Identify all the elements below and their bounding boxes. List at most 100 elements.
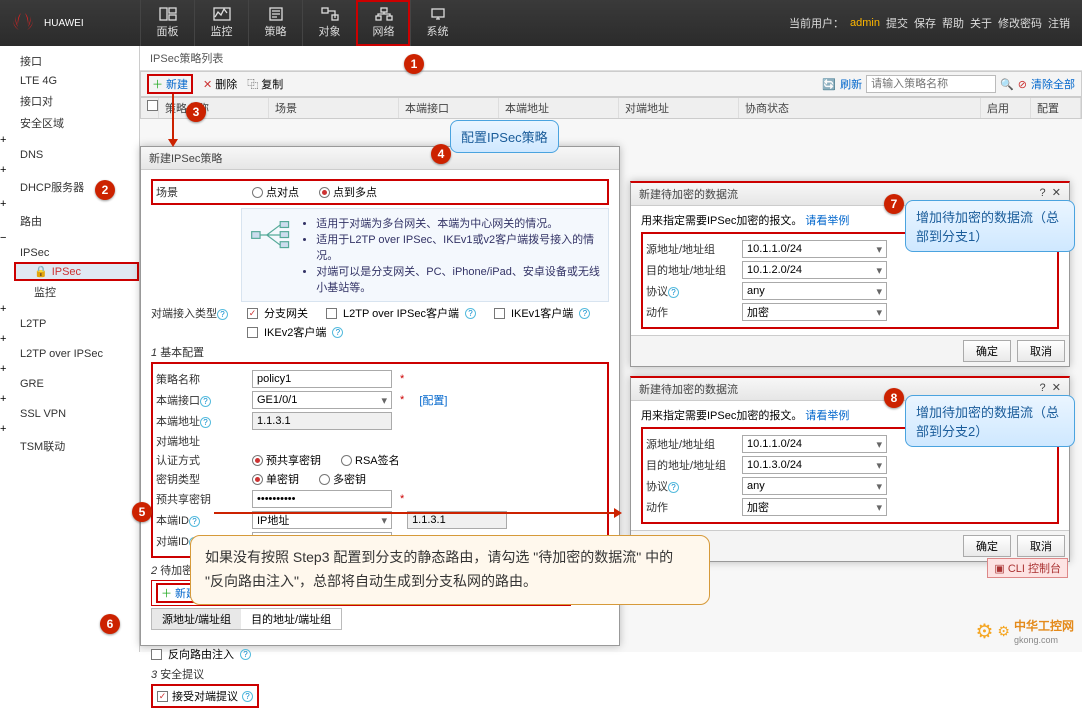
cancel-button[interactable]: 取消 (1017, 535, 1065, 557)
policy-name-input[interactable]: policy1 (252, 370, 392, 388)
brand-text: HUAWEI (44, 18, 84, 29)
help-icon[interactable]: ? (217, 309, 228, 320)
help-icon[interactable]: ? (240, 649, 251, 660)
example-link[interactable]: 请看举例 (805, 215, 849, 227)
dst-addr-input[interactable]: 10.1.3.0/24▾ (742, 456, 887, 474)
local-addr-field: 1.1.3.1 (252, 412, 392, 430)
proto-select[interactable]: any▾ (742, 282, 887, 300)
tab-dashboard[interactable]: 面板 (140, 0, 194, 46)
sidebar-item-ipsec-monitor[interactable]: 监控 (14, 281, 139, 303)
expand-icon[interactable]: − (0, 232, 6, 244)
selectall-checkbox[interactable] (147, 100, 158, 111)
copy-button[interactable]: ⿻复制 (247, 76, 283, 92)
sidebar-item-route[interactable]: 路由 (0, 210, 139, 232)
sidebar-item-l2tp[interactable]: L2TP (0, 315, 139, 333)
cli-console-button[interactable]: ▣CLI 控制台 (987, 558, 1068, 578)
current-user: admin (850, 17, 880, 29)
tab-network[interactable]: 网络 (356, 0, 410, 46)
help-icon[interactable]: ? (1040, 187, 1046, 199)
annotation-6: 6 (100, 614, 120, 634)
sidebar-item-ifpair[interactable]: 接口对 (0, 90, 139, 112)
sidebar-item-sslvpn[interactable]: SSL VPN (0, 405, 139, 423)
local-if-select[interactable]: GE1/0/1▾ (252, 391, 392, 409)
expand-icon[interactable]: + (0, 303, 6, 315)
help-icon[interactable]: ? (200, 396, 211, 407)
chk-ike2[interactable] (247, 327, 258, 338)
sidebar-item-l2tpipsec[interactable]: L2TP over IPSec (0, 345, 139, 363)
psk-input[interactable]: •••••••••• (252, 490, 392, 508)
tab-object[interactable]: 对象 (302, 0, 356, 46)
help-icon[interactable]: ? (242, 691, 253, 702)
chk-branch[interactable] (247, 308, 258, 319)
link-submit[interactable]: 提交 (886, 15, 908, 31)
help-icon[interactable]: ? (579, 308, 590, 319)
sidebar-item-interface[interactable]: 接口 (0, 50, 139, 72)
chk-ike1[interactable] (494, 308, 505, 319)
clear-button[interactable]: 清除全部 (1031, 76, 1075, 92)
sidebar-item-dns[interactable]: DNS (0, 146, 139, 164)
tab-monitor[interactable]: 监控 (194, 0, 248, 46)
link-about[interactable]: 关于 (970, 15, 992, 31)
chk-l2tp[interactable] (326, 308, 337, 319)
help-icon[interactable]: ? (189, 516, 200, 527)
radio-psk[interactable]: 预共享密钥 (252, 452, 321, 468)
link-save[interactable]: 保存 (914, 15, 936, 31)
refresh-button[interactable]: 刷新 (840, 76, 862, 92)
add-button[interactable]: ＋新建 (147, 74, 193, 94)
proto-select[interactable]: any▾ (742, 477, 887, 495)
flow-tab-src[interactable]: 源地址/端址组 (152, 609, 241, 629)
ok-button[interactable]: 确定 (963, 340, 1011, 362)
sidebar-item-ipsec[interactable]: 🔒IPSec (14, 262, 139, 281)
expand-icon[interactable]: + (0, 164, 6, 176)
link-help[interactable]: 帮助 (942, 15, 964, 31)
help-icon[interactable]: ? (465, 308, 476, 319)
help-icon[interactable]: ? (200, 417, 211, 428)
search-input[interactable] (866, 75, 996, 93)
help-icon[interactable]: ? (332, 327, 343, 338)
config-link[interactable]: [配置] (419, 392, 447, 408)
chk-accept-peer[interactable] (157, 691, 168, 702)
sidebar-item-lte[interactable]: LTE 4G (0, 72, 139, 90)
help-icon[interactable]: ? (668, 482, 679, 493)
expand-icon[interactable]: + (0, 198, 6, 210)
help-icon[interactable]: ? (668, 287, 679, 298)
ok-button[interactable]: 确定 (963, 535, 1011, 557)
link-logout[interactable]: 注销 (1048, 15, 1070, 31)
sidebar-item-ipsec-group[interactable]: IPSec (0, 244, 139, 262)
radio-rsa[interactable]: RSA签名 (341, 452, 400, 468)
sidebar-item-gre[interactable]: GRE (0, 375, 139, 393)
expand-icon[interactable]: + (0, 363, 6, 375)
search-icon[interactable]: 🔍 (1000, 78, 1014, 91)
flow-tab-dst[interactable]: 目的地址/端址组 (241, 609, 341, 629)
chk-reverse-route[interactable] (151, 649, 162, 660)
link-changepwd[interactable]: 修改密码 (998, 15, 1042, 31)
delete-button[interactable]: ✕删除 (203, 76, 237, 92)
sidebar-item-dhcp[interactable]: DHCP服务器 (0, 176, 139, 198)
action-select[interactable]: 加密▾ (742, 498, 887, 516)
help-icon[interactable]: ? (1040, 382, 1046, 394)
expand-icon[interactable]: + (0, 393, 6, 405)
topology-icon (250, 215, 290, 255)
action-select[interactable]: 加密▾ (742, 303, 887, 321)
close-icon[interactable]: ✕ (1052, 382, 1061, 394)
tab-system[interactable]: 系统 (410, 0, 464, 46)
close-icon[interactable]: ✕ (1052, 187, 1061, 199)
radio-multikey[interactable]: 多密钥 (319, 471, 366, 487)
expand-icon[interactable]: + (0, 333, 6, 345)
dst-addr-input[interactable]: 10.1.2.0/24▾ (742, 261, 887, 279)
radio-p2p[interactable]: 点对点 (252, 184, 299, 200)
tab-policy[interactable]: 策略 (248, 0, 302, 46)
src-addr-input[interactable]: 10.1.1.0/24▾ (742, 240, 887, 258)
cancel-button[interactable]: 取消 (1017, 340, 1065, 362)
expand-icon[interactable]: + (0, 134, 6, 146)
radio-singlekey[interactable]: 单密钥 (252, 471, 299, 487)
src-addr-input[interactable]: 10.1.1.0/24▾ (742, 435, 887, 453)
sidebar-item-seczone[interactable]: 安全区域 (0, 112, 139, 134)
expand-icon[interactable]: + (0, 423, 6, 435)
sidebar-item-tsm[interactable]: TSM联动 (0, 435, 139, 457)
radio-p2mp[interactable]: 点到多点 (319, 184, 377, 200)
example-link[interactable]: 请看举例 (805, 410, 849, 422)
chevron-down-icon: ▾ (876, 501, 882, 514)
watermark: ⚙ ⚙ 中华工控网gkong.com (975, 617, 1074, 646)
callout-4: 配置IPSec策略 (450, 120, 559, 153)
